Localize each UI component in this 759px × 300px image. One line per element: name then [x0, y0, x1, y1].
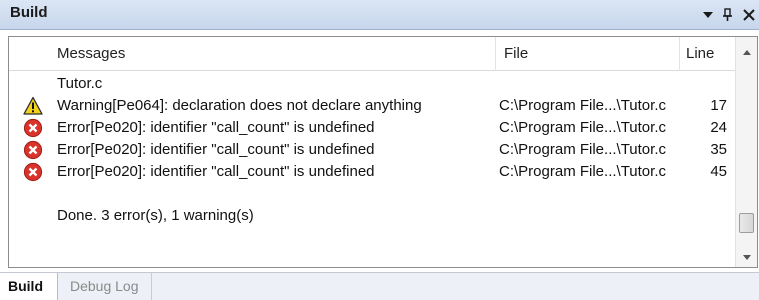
message-row[interactable]: Done. 3 error(s), 1 warning(s): [9, 205, 735, 227]
scroll-up-icon[interactable]: [741, 45, 753, 55]
error-icon: [23, 118, 43, 138]
message-text: Error[Pe020]: identifier "call_count" is…: [57, 141, 375, 158]
warning-icon: [23, 96, 43, 116]
message-file: C:\Program File...\Tutor.c: [499, 97, 666, 114]
scroll-down-icon[interactable]: [741, 249, 753, 260]
chevron-down-icon[interactable]: [700, 7, 716, 23]
message-row[interactable]: Error[Pe020]: identifier "call_count" is…: [9, 161, 735, 183]
message-file: C:\Program File...\Tutor.c: [499, 119, 666, 136]
message-text: Error[Pe020]: identifier "call_count" is…: [57, 119, 375, 136]
close-icon[interactable]: [741, 7, 757, 23]
error-icon: [23, 140, 43, 160]
panel-title: Build: [10, 4, 48, 21]
scrollbar-thumb[interactable]: [739, 213, 754, 233]
vertical-scrollbar[interactable]: [735, 37, 757, 267]
column-header-file[interactable]: File: [495, 37, 679, 71]
message-text: Warning[Pe064]: declaration does not dec…: [57, 97, 422, 114]
error-icon: [23, 162, 43, 182]
message-line: 24: [710, 119, 727, 136]
tab-debug-log[interactable]: Debug Log: [62, 273, 152, 300]
tab-build[interactable]: Build: [0, 273, 58, 300]
message-row[interactable]: Warning[Pe064]: declaration does not dec…: [9, 95, 735, 117]
message-row[interactable]: Error[Pe020]: identifier "call_count" is…: [9, 139, 735, 161]
build-messages-panel: Messages File Line Tutor.c Warning[Pe064…: [8, 36, 758, 268]
message-file: C:\Program File...\Tutor.c: [499, 141, 666, 158]
build-summary-text: Done. 3 error(s), 1 warning(s): [57, 207, 254, 224]
panel-titlebar: Build: [0, 0, 759, 30]
column-header-line[interactable]: Line: [679, 37, 735, 71]
message-line: 35: [710, 141, 727, 158]
column-header-row: Messages File Line: [9, 37, 735, 71]
column-header-messages[interactable]: Messages: [49, 37, 495, 71]
message-row[interactable]: Error[Pe020]: identifier "call_count" is…: [9, 117, 735, 139]
bottom-tab-bar: Build Debug Log: [0, 272, 759, 300]
message-line: 17: [710, 97, 727, 114]
message-file: C:\Program File...\Tutor.c: [499, 163, 666, 180]
message-row[interactable]: Tutor.c: [9, 73, 735, 95]
message-text: Error[Pe020]: identifier "call_count" is…: [57, 163, 375, 180]
pin-icon[interactable]: [720, 7, 736, 23]
message-text: Tutor.c: [57, 75, 103, 92]
message-line: 45: [710, 163, 727, 180]
